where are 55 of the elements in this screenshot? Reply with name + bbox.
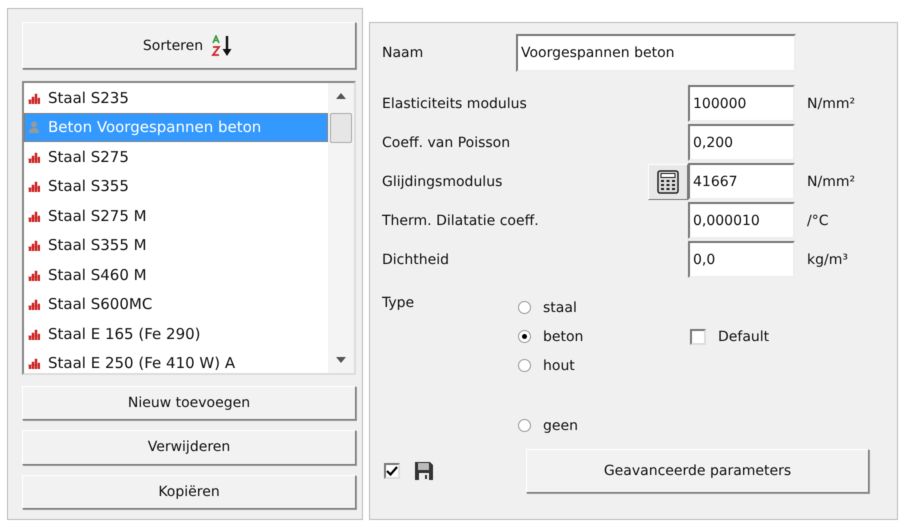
- save-icon[interactable]: [414, 461, 434, 481]
- property-field[interactable]: 0,000010: [688, 202, 795, 239]
- material-list-item[interactable]: Staal S355 M: [24, 230, 328, 260]
- property-label: Elasticiteits modulus: [382, 96, 528, 112]
- advanced-parameters-button[interactable]: Geavanceerde parameters: [526, 449, 869, 493]
- property-label: Coeff. van Poisson: [382, 134, 512, 150]
- material-list-item[interactable]: Staal S460 M: [24, 260, 328, 290]
- bars-icon: [28, 150, 40, 163]
- material-list-item[interactable]: Staal S275 M: [24, 201, 328, 231]
- scroll-up-icon[interactable]: [336, 93, 346, 100]
- default-checkbox[interactable]: Default: [690, 322, 770, 351]
- bars-icon: [28, 268, 40, 281]
- list-action-button[interactable]: Verwijderen: [22, 430, 356, 465]
- material-list-item[interactable]: Staal S275: [24, 142, 328, 172]
- sort-button[interactable]: Sorteren: [22, 22, 356, 70]
- unit-label: kg/m³: [807, 252, 848, 268]
- type-radio[interactable]: hout: [518, 351, 690, 380]
- name-label: Naam: [382, 45, 424, 61]
- save-checkbox[interactable]: [384, 463, 400, 479]
- scroll-thumb[interactable]: [330, 113, 352, 144]
- scroll-down-icon[interactable]: [336, 356, 346, 363]
- property-label: Dichtheid: [382, 252, 450, 268]
- bars-icon: [28, 357, 40, 370]
- bars-icon: [28, 239, 40, 252]
- material-list-item[interactable]: Staal S235: [24, 83, 328, 113]
- material-list-item[interactable]: Staal E 165 (Fe 290): [24, 319, 328, 349]
- list-action-button[interactable]: Nieuw toevoegen: [22, 386, 356, 420]
- person-icon: [28, 121, 40, 134]
- bars-icon: [28, 328, 40, 340]
- unit-label: /°C: [807, 212, 828, 228]
- material-list-item[interactable]: Staal S355: [24, 172, 328, 202]
- unit-label: N/mm²: [807, 174, 856, 190]
- bars-icon: [28, 298, 40, 310]
- bars-icon: [28, 92, 40, 104]
- property-field[interactable]: 0,0: [688, 241, 795, 278]
- type-radio[interactable]: geen: [518, 411, 690, 440]
- scrollbar[interactable]: [328, 83, 354, 373]
- material-list-item[interactable]: Staal E 250 (Fe 410 W) A: [24, 348, 328, 373]
- property-field[interactable]: 0,200: [688, 124, 795, 161]
- property-field[interactable]: 100000: [688, 85, 795, 122]
- type-label: Type: [382, 294, 416, 313]
- list-action-button[interactable]: Kopiëren: [22, 474, 356, 509]
- bars-icon: [28, 180, 40, 192]
- material-list[interactable]: Staal S235 Beton Voorgespannen beton Staal S275 Staal S355 Staal S275 M Staal S355 M Staal S460 M Staal S600MC Staal E 165 (Fe 290) Staal E 250 (Fe 410 W) A: [22, 81, 356, 375]
- property-label: Therm. Dilatatie coeff.: [382, 212, 540, 228]
- property-field[interactable]: 41667: [688, 163, 795, 200]
- unit-label: N/mm²: [807, 96, 856, 112]
- type-radio[interactable]: beton: [518, 322, 690, 351]
- calculator-icon: [657, 170, 679, 194]
- type-radio[interactable]: staal: [518, 293, 690, 322]
- material-list-item[interactable]: Staal S600MC: [24, 290, 328, 320]
- property-label: Glijdingsmodulus: [382, 174, 504, 190]
- name-field[interactable]: Voorgespannen beton: [516, 34, 796, 72]
- calculator-button[interactable]: [648, 164, 688, 200]
- bars-icon: [28, 210, 40, 222]
